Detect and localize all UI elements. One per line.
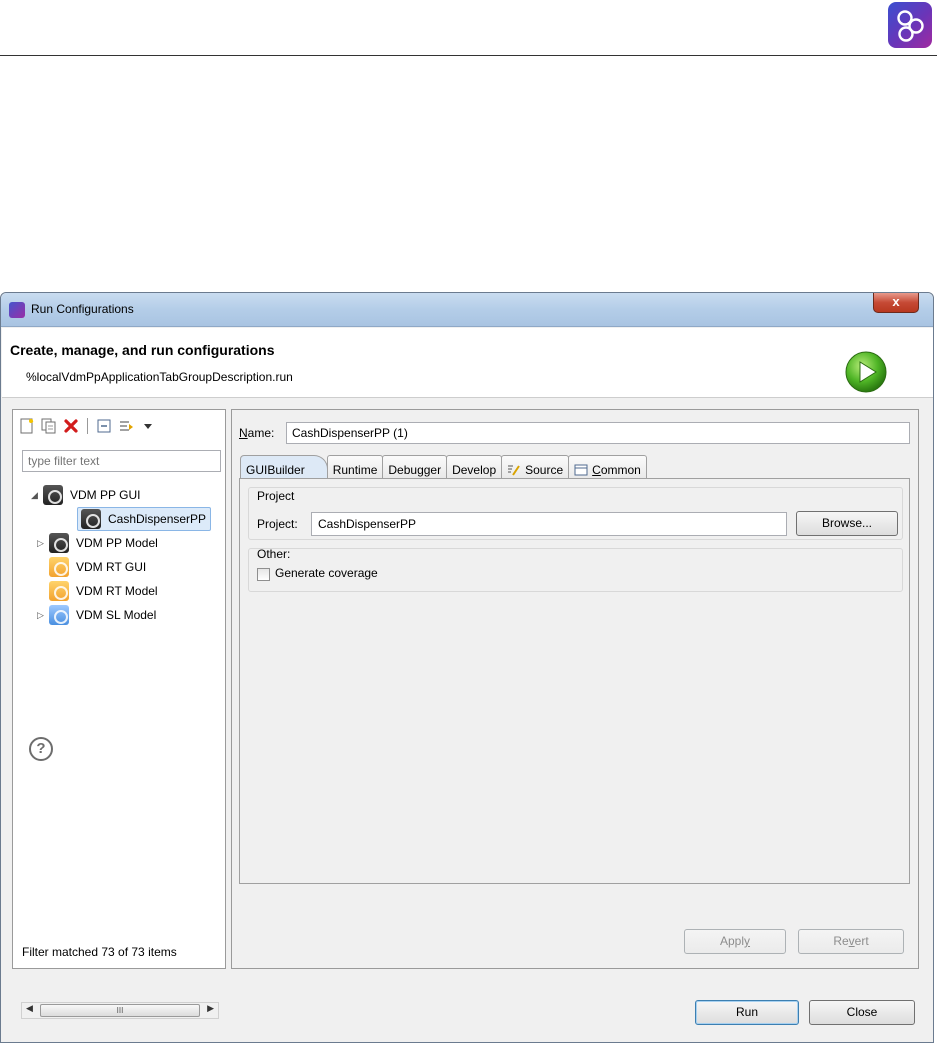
view-menu-chevron-down-icon[interactable] [140,418,156,434]
tab-develop[interactable]: Develop [446,455,503,479]
apply-button[interactable]: Apply [684,929,786,954]
project-group-title: Project [257,489,295,503]
source-icon [507,464,521,476]
dialog-description: %localVdmPpApplicationTabGroupDescriptio… [26,370,293,384]
scroll-thumb[interactable]: III [40,1004,200,1017]
tree-item-vdm-rt-gui[interactable]: VDM RT GUI [49,556,146,578]
common-icon [574,464,588,476]
left-toolbar [19,416,162,436]
tab-strip: GUIBuilder Runtime Debugger Develop Sour… [240,455,647,479]
tree-item-label: CashDispenserPP [108,512,207,526]
top-rule [0,55,937,56]
tree-item-vdm-pp-gui[interactable]: ◢ VDM PP GUI [31,484,140,506]
vdm-pp-icon [81,509,101,529]
app-icon [9,302,25,318]
delete-icon[interactable] [63,418,79,434]
tree-item-label: VDM PP GUI [70,488,141,502]
dialog-title: Create, manage, and run configurations [10,342,275,358]
collapse-all-icon[interactable] [96,418,112,434]
other-group-title: Other: [257,547,291,561]
tree-item-label: VDM RT GUI [76,560,147,574]
horizontal-scrollbar[interactable]: ◀ III ▶ [21,1002,219,1019]
run-configurations-dialog: Run Configurations x Create, manage, and… [0,292,934,1043]
tree-item-label: VDM PP Model [76,536,158,550]
vdm-rt-icon [49,557,69,577]
filter-icon[interactable] [118,418,134,434]
project-field[interactable] [311,512,787,536]
scroll-right-icon[interactable]: ▶ [207,1003,214,1014]
name-field[interactable] [286,422,910,444]
vdm-rt-icon [49,581,69,601]
project-group: Project Project: Browse... [248,487,903,540]
collapsed-arrow-icon[interactable]: ▷ [37,538,49,549]
other-group: Other: Generate coverage [248,547,903,592]
filter-status: Filter matched 73 of 73 items [22,945,177,959]
vdm-pp-icon [49,533,69,553]
tree-item-vdm-rt-model[interactable]: VDM RT Model [49,580,158,602]
tab-source[interactable]: Source [501,455,570,479]
tab-runtime[interactable]: Runtime [326,455,384,479]
collapsed-arrow-icon[interactable]: ▷ [37,610,49,621]
title-bar: Run Configurations x [1,293,933,327]
scroll-left-icon[interactable]: ◀ [26,1003,33,1014]
app-logo-icon [888,2,932,48]
browse-button[interactable]: Browse... [796,511,898,536]
project-label: Project: [257,517,298,531]
toolbar-separator [87,418,88,434]
tree-item-cashdispenserpp[interactable]: CashDispenserPP [77,507,212,531]
new-configuration-icon[interactable] [19,418,35,434]
tab-content-guibuilder: Project Project: Browse... Other: Genera… [239,478,910,884]
configuration-tree-panel: ◢ VDM PP GUI CashDispenserPP ▷ VDM PP Mo… [12,409,226,1019]
configuration-editor-panel: Name: GUIBuilder Runtime Debugger Develo… [231,409,919,969]
tree-item-label: VDM RT Model [76,584,158,598]
close-window-button[interactable]: x [873,293,919,313]
tree-item-vdm-sl-model[interactable]: ▷ VDM SL Model [37,604,156,626]
vdm-pp-icon [43,485,63,505]
generate-coverage-label: Generate coverage [275,566,378,580]
tab-common[interactable]: Common [568,455,647,479]
expanded-arrow-icon[interactable]: ◢ [31,490,43,501]
duplicate-icon[interactable] [41,418,57,434]
window-title: Run Configurations [31,302,134,316]
run-button[interactable]: Run [695,1000,799,1025]
tree-item-vdm-pp-model[interactable]: ▷ VDM PP Model [37,532,158,554]
tree-item-label: VDM SL Model [76,608,157,622]
dialog-header: Create, manage, and run configurations %… [2,328,933,398]
name-label: Name: [239,426,275,440]
help-icon[interactable]: ? [29,737,53,761]
tab-debugger[interactable]: Debugger [382,455,448,479]
vdm-sl-icon [49,605,69,625]
filter-input[interactable] [22,450,221,472]
run-icon [840,350,892,393]
generate-coverage-checkbox[interactable] [257,568,270,581]
tab-guibuilder[interactable]: GUIBuilder [240,455,328,479]
revert-button[interactable]: Revert [798,929,904,954]
close-button[interactable]: Close [809,1000,915,1025]
